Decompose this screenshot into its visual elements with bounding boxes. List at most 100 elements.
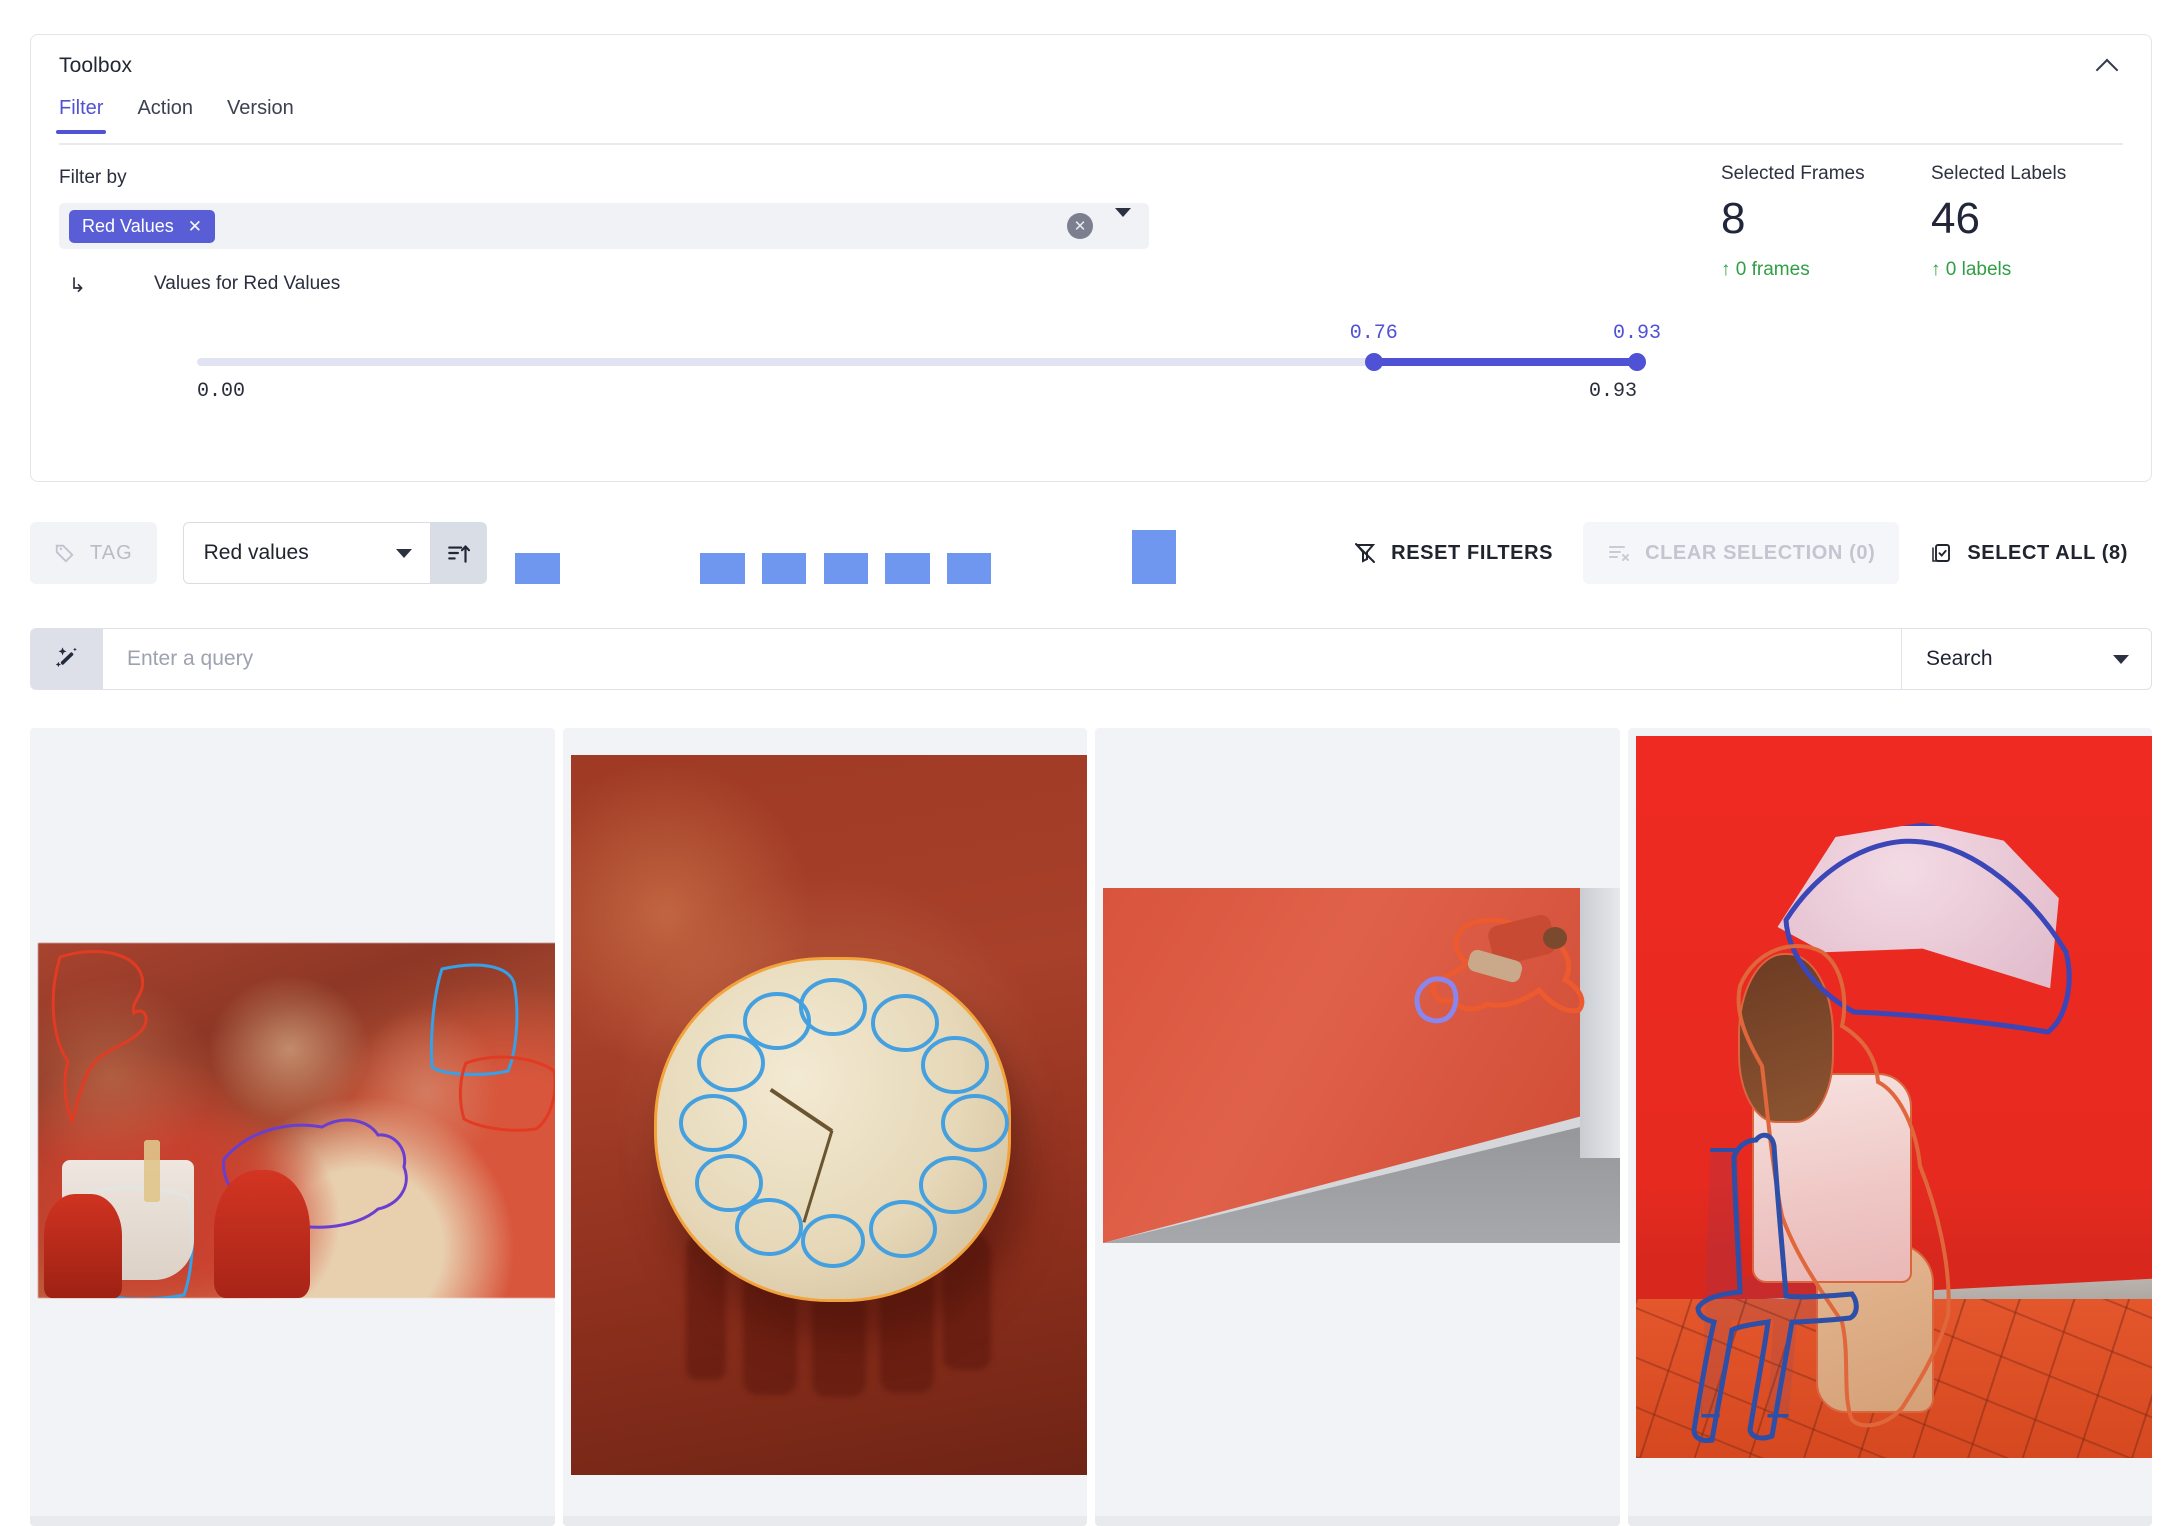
slider-max-label: 0.93 (1588, 380, 1637, 403)
card-footer (30, 1516, 555, 1526)
stat-label: Selected Frames (1721, 163, 1865, 184)
slider-handle-high[interactable] (1628, 353, 1646, 371)
annotation-overlay (1690, 838, 2072, 1443)
chevron-down-icon (395, 548, 412, 558)
clear-circle-icon[interactable]: ✕ (1067, 213, 1093, 239)
selection-stats: Selected Frames 8 ↑ 0 frames Selected La… (1721, 163, 2121, 281)
stat-delta: ↑ 0 labels (1931, 259, 2012, 280)
annotation-cup-6 (800, 1214, 865, 1268)
list-x-icon (1609, 546, 1630, 561)
range-slider[interactable]: 0.76 0.93 0.00 0.93 (197, 322, 1661, 408)
checkbox-icon (1932, 544, 1951, 562)
annotation-overlay (678, 978, 1009, 1268)
histogram-bar[interactable] (1131, 530, 1177, 584)
sort-button[interactable] (430, 522, 487, 584)
magic-wand-icon (55, 647, 77, 668)
stat-selected-labels: Selected Labels 46 ↑ 0 labels (1931, 163, 2121, 281)
ketchup-bottle-shape (214, 1170, 310, 1298)
skater-head (1542, 927, 1567, 950)
filter-off-icon (1354, 543, 1376, 563)
toolbox-header: Toolbox (31, 35, 2151, 97)
value-histogram[interactable] (507, 522, 1247, 584)
filter-chip-red-values[interactable]: Red Values ✕ (69, 209, 215, 243)
search-mode-select[interactable]: Search (1901, 629, 2151, 689)
frame-card-umbrella-girl[interactable] (1627, 728, 2152, 1526)
annotation-cup-3 (940, 1094, 1009, 1152)
histogram-bar[interactable] (823, 553, 868, 584)
histogram-bar[interactable] (700, 553, 745, 584)
annotation-cup-7 (734, 1198, 803, 1256)
histogram-bar[interactable] (946, 553, 992, 584)
select-all-label: SELECT ALL (8) (1967, 541, 2128, 564)
caret-shape (1115, 208, 1131, 234)
frame-image-umbrella-girl (1635, 736, 2152, 1458)
tag-button-label: TAG (90, 541, 133, 564)
corner-down-right-icon: ↳ (69, 275, 86, 297)
chevron-down-icon[interactable] (1115, 208, 1131, 235)
tab-action[interactable]: Action (137, 97, 193, 134)
annotation-person-left (51, 950, 148, 1125)
annotation-umbrella (1782, 838, 2072, 1035)
annotation-cup-2 (920, 1036, 989, 1094)
query-bar: Search (30, 628, 2152, 690)
toolbox-collapse-button[interactable] (2089, 49, 2125, 85)
toolbox-panel: Toolbox Filter Action Version Filter by … (30, 34, 2152, 482)
annotation-cup-8 (694, 1154, 763, 1212)
clear-selection-button[interactable]: CLEAR SELECTION (0) (1583, 522, 1900, 584)
filter-select[interactable]: Red Values ✕ ✕ (59, 203, 1149, 249)
toolbox-title: Toolbox (59, 54, 133, 77)
bulk-actions: RESET FILTERS CLEAR SELECTION (0) SELECT… (1329, 522, 2152, 584)
histogram-bar[interactable] (515, 553, 560, 584)
annotation-cup-11 (742, 992, 811, 1050)
reset-filters-button[interactable]: RESET FILTERS (1329, 522, 1577, 584)
metric-select-group: Red values (182, 522, 487, 584)
annotation-cup-5 (868, 1200, 937, 1258)
tag-button[interactable]: TAG (30, 522, 157, 584)
annotation-cup-4 (918, 1156, 987, 1214)
frame-card-food-table[interactable] (30, 728, 555, 1526)
app-root: Toolbox Filter Action Version Filter by … (0, 0, 2182, 1526)
frame-gallery (30, 728, 2152, 1526)
card-footer (1095, 1516, 1620, 1526)
stat-selected-frames: Selected Frames 8 ↑ 0 frames (1721, 163, 1911, 281)
metric-select[interactable]: Red values (182, 522, 431, 584)
card-footer (562, 1516, 1087, 1526)
clear-selection-label: CLEAR SELECTION (0) (1645, 541, 1876, 564)
card-footer (1627, 1516, 2152, 1526)
slider-value-low: 0.76 (1349, 322, 1398, 345)
reset-filters-label: RESET FILTERS (1391, 541, 1554, 564)
annotation-cup-10 (696, 1034, 765, 1092)
frame-image-skate-ramp (1103, 888, 1620, 1243)
stat-label: Selected Labels (1931, 163, 2067, 184)
close-icon[interactable]: ✕ (188, 218, 202, 235)
magic-query-button[interactable] (31, 629, 103, 689)
frame-card-cup-clock[interactable] (562, 728, 1087, 1526)
annotation-cup-12 (798, 978, 867, 1036)
tag-icon (55, 544, 74, 563)
slider-min-label: 0.00 (197, 380, 246, 403)
select-all-button[interactable]: SELECT ALL (8) (1905, 522, 2152, 584)
slider-handle-low[interactable] (1364, 353, 1383, 371)
stat-delta: ↑ 0 frames (1721, 259, 1810, 280)
frame-card-skate-ramp[interactable] (1095, 728, 1620, 1526)
action-toolbar: TAG Red values RESET FILTERS CLEAR SELEC… (30, 512, 2152, 594)
slider-selected-range (1373, 358, 1637, 366)
filter-chip-label: Red Values (82, 215, 174, 236)
stat-value: 46 (1931, 194, 1980, 243)
histogram-bar[interactable] (761, 553, 807, 584)
slider-value-high: 0.93 (1612, 322, 1662, 345)
tab-version[interactable]: Version (227, 97, 294, 134)
frame-image-food-table (38, 943, 555, 1298)
search-mode-value: Search (1926, 647, 1993, 670)
histogram-bar[interactable] (885, 553, 930, 584)
ketchup-bottle-2-shape (44, 1194, 122, 1298)
sort-ascending-icon (447, 545, 470, 563)
metric-select-value: Red values (203, 541, 309, 564)
search-input[interactable] (103, 629, 1901, 689)
frame-image-cup-clock (570, 755, 1087, 1475)
tab-filter[interactable]: Filter (55, 97, 107, 134)
chevron-down-icon (2113, 654, 2129, 664)
straw-shape (144, 1140, 160, 1202)
annotation-cup-9 (678, 1094, 747, 1152)
annotation-hand-right (458, 1055, 555, 1132)
